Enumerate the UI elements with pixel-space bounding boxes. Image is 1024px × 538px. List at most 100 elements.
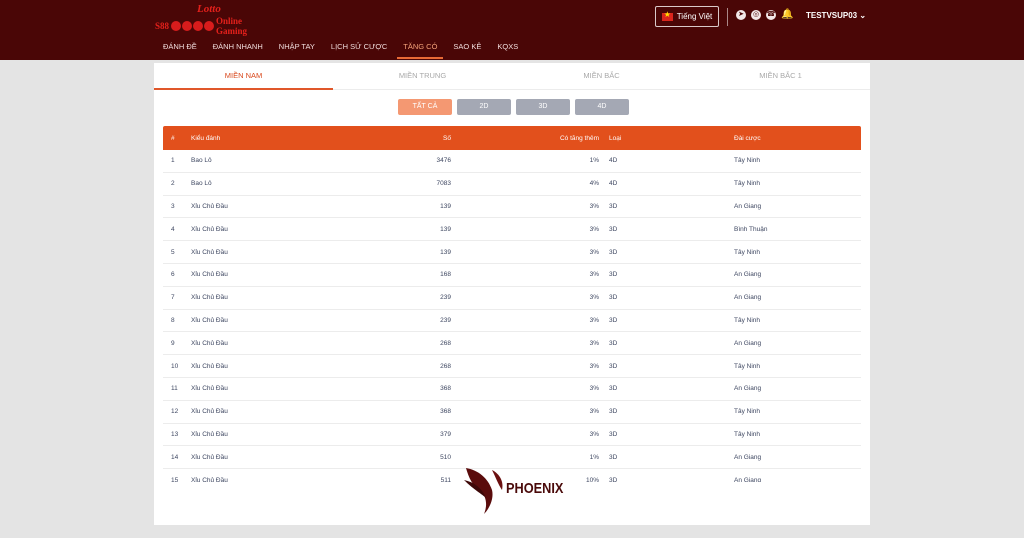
results-table: # Kiểu đánh Số Có tăng thêm Loại Đài cược 1 Ba… — [163, 126, 861, 482]
table-body: 1 Bao Lô 3476 1% 4D Tây Ninh 2 Bao Lô 7083 4% 4D Tâ… — [163, 150, 861, 482]
table-cell: Xỉu Chủ Đầu — [191, 316, 228, 324]
filter-button[interactable]: 2D — [457, 99, 511, 115]
table-cell: An Giang — [734, 476, 762, 482]
username: TESTVSUP03 — [806, 11, 858, 20]
table-row[interactable]: 7 Xỉu Chủ Đầu 239 3% 3D An Giang — [163, 287, 861, 310]
table-cell: Tây Ninh — [734, 248, 761, 256]
table-cell: 3% — [589, 316, 599, 324]
watermark-text: PHOENIX — [506, 480, 564, 497]
table-cell: 3D — [609, 202, 618, 210]
table-cell: Xỉu Chủ Đầu — [191, 225, 228, 233]
user-menu[interactable]: TESTVSUP03 ⌄ — [806, 11, 866, 20]
top-header: Lotto S88 Online Gaming Tiếng Việt ➤ ◎ ☎… — [0, 0, 1024, 60]
table-row[interactable]: 2 Bao Lô 7083 4% 4D Tây Ninh — [163, 173, 861, 196]
table-row[interactable]: 5 Xỉu Chủ Đầu 139 3% 3D Tây Ninh — [163, 241, 861, 264]
table-row[interactable]: 1 Bao Lô 3476 1% 4D Tây Ninh — [163, 150, 861, 173]
table-cell: 4D — [609, 180, 618, 188]
table-cell: Tây Ninh — [734, 362, 761, 370]
nav-item[interactable]: ĐÁNH ĐỀ — [155, 40, 205, 60]
table-cell: 379 — [440, 430, 451, 438]
language-button[interactable]: Tiếng Việt — [655, 6, 719, 27]
filter-button[interactable]: 4D — [575, 99, 629, 115]
table-cell: Xỉu Chủ Đầu — [191, 476, 228, 482]
table-cell: 8 — [171, 316, 175, 324]
chevron-down-icon: ⌄ — [859, 11, 867, 20]
whatsapp-icon[interactable]: ☎ — [766, 10, 776, 20]
table-cell: 1% — [589, 157, 599, 165]
table-cell: 9 — [171, 339, 175, 347]
messenger-icon[interactable]: ◎ — [751, 10, 761, 20]
nav-item[interactable]: LỊCH SỬ CƯỢC — [323, 40, 395, 60]
table-cell: Xỉu Chủ Đầu — [191, 430, 228, 438]
table-row[interactable]: 12 Xỉu Chủ Đầu 368 3% 3D Tây Ninh — [163, 401, 861, 424]
table-cell: 3% — [589, 248, 599, 256]
table-cell: Xỉu Chủ Đầu — [191, 271, 228, 279]
logo-title: Lotto — [197, 3, 221, 15]
table-cell: 1 — [171, 157, 175, 165]
table-cell: 368 — [440, 408, 451, 416]
table-cell: 139 — [440, 202, 451, 210]
table-cell: 3% — [589, 385, 599, 393]
table-cell: Xỉu Chủ Đầu — [191, 408, 228, 416]
table-cell: Bình Thuận — [734, 225, 768, 233]
bell-icon[interactable]: 🔔 — [781, 10, 793, 20]
table-cell: Xỉu Chủ Đầu — [191, 202, 228, 210]
table-cell: 4D — [609, 157, 618, 165]
table-cell: Tây Ninh — [734, 180, 761, 188]
nav-item[interactable]: NHẬP TAY — [271, 40, 323, 60]
nav-item[interactable]: TĂNG CÓ — [395, 40, 445, 60]
table-row[interactable]: 13 Xỉu Chủ Đầu 379 3% 3D Tây Ninh — [163, 424, 861, 447]
table-cell: Xỉu Chủ Đầu — [191, 294, 228, 302]
content-card: MIỀN NAM MIỀN TRUNG MIỀN BẮC MIỀN BẮC 1 TẤT… — [154, 63, 870, 525]
table-row[interactable]: 4 Xỉu Chủ Đầu 139 3% 3D Bình Thuận — [163, 218, 861, 242]
table-cell: 268 — [440, 339, 451, 347]
table-cell: 3% — [589, 294, 599, 302]
table-cell: 13 — [171, 430, 179, 438]
table-row[interactable]: 3 Xỉu Chủ Đầu 139 3% 3D An Giang — [163, 196, 861, 219]
region-tab[interactable]: MIỀN NAM — [154, 63, 333, 90]
nav-item[interactable]: KQXS — [489, 40, 526, 60]
table-cell: 3% — [589, 430, 599, 438]
table-cell: 168 — [440, 271, 451, 279]
table-row[interactable]: 10 Xỉu Chủ Đầu 268 3% 3D Tây Ninh — [163, 355, 861, 378]
table-cell: 4 — [171, 225, 175, 233]
telegram-icon[interactable]: ➤ — [736, 10, 746, 20]
phoenix-watermark: PHOENIX — [462, 460, 564, 516]
table-cell: 3D — [609, 225, 618, 233]
column-header: # — [171, 134, 175, 142]
filter-button[interactable]: TẤT CẢ — [398, 99, 452, 115]
table-cell: 7083 — [436, 180, 451, 188]
table-cell: 4% — [589, 180, 599, 188]
table-cell: Tây Ninh — [734, 157, 761, 165]
table-cell: Xỉu Chủ Đầu — [191, 362, 228, 370]
table-row[interactable]: 9 Xỉu Chủ Đầu 268 3% 3D An Giang — [163, 332, 861, 356]
type-filters: TẤT CẢ 2D 3D 4D — [398, 99, 629, 115]
table-cell: 11 — [171, 385, 178, 393]
region-tab[interactable]: MIỀN BẮC 1 — [691, 63, 870, 89]
table-cell: An Giang — [734, 453, 762, 461]
region-tabs: MIỀN NAM MIỀN TRUNG MIỀN BẮC MIỀN BẮC 1 — [154, 63, 870, 90]
region-tab[interactable]: MIỀN BẮC — [512, 63, 691, 89]
region-tab[interactable]: MIỀN TRUNG — [333, 63, 512, 89]
table-cell: 3D — [609, 316, 618, 324]
table-cell: Xỉu Chủ Đầu — [191, 339, 228, 347]
table-cell: An Giang — [734, 385, 762, 393]
column-header: Kiểu đánh — [191, 134, 221, 142]
table-row[interactable]: 6 Xỉu Chủ Đầu 168 3% 3D An Giang — [163, 264, 861, 287]
logo-right: Online Gaming — [216, 16, 248, 36]
table-cell: Xỉu Chủ Đầu — [191, 453, 228, 461]
table-cell: 239 — [440, 316, 451, 324]
table-cell: An Giang — [734, 271, 762, 279]
site-logo[interactable]: Lotto S88 Online Gaming — [155, 3, 275, 36]
table-cell: 3D — [609, 453, 618, 461]
table-row[interactable]: 11 Xỉu Chủ Đầu 368 3% 3D An Giang — [163, 378, 861, 401]
table-row[interactable]: 8 Xỉu Chủ Đầu 239 3% 3D Tây Ninh — [163, 310, 861, 333]
table-cell: 14 — [171, 453, 179, 461]
table-cell: Xỉu Chủ Đầu — [191, 248, 228, 256]
column-header: Có tăng thêm — [559, 134, 599, 142]
table-cell: 3% — [589, 408, 599, 416]
nav-item[interactable]: ĐÁNH NHANH — [205, 40, 271, 60]
nav-item[interactable]: SAO KÊ — [445, 40, 489, 60]
table-cell: 3D — [609, 408, 618, 416]
filter-button[interactable]: 3D — [516, 99, 570, 115]
